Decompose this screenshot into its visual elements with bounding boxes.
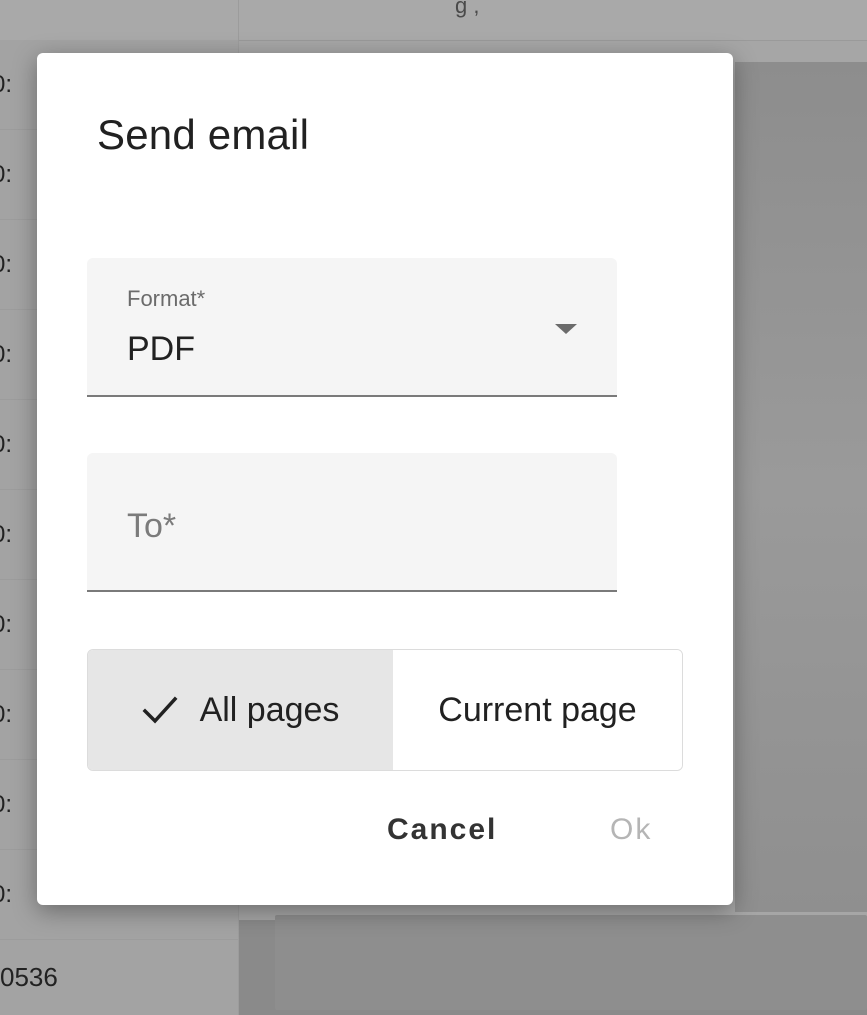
dialog-title: Send email (97, 111, 310, 158)
all-pages-toggle[interactable]: All pages (88, 650, 393, 770)
send-email-dialog: Send email Format* PDF To* All pages Cur… (37, 53, 733, 905)
all-pages-label: All pages (199, 690, 340, 729)
background-bottom-panel (275, 915, 867, 1010)
background-row-id: 0536 (0, 962, 58, 992)
current-page-toggle[interactable]: Current page (393, 650, 682, 770)
dialog-actions: Cancel Ok (37, 813, 733, 863)
cancel-button[interactable]: Cancel (387, 813, 497, 847)
background-header-text: g , (455, 0, 480, 18)
background-last-row: 0536 (0, 940, 238, 1015)
check-icon (142, 696, 178, 724)
format-label: Format* (127, 286, 206, 311)
format-select[interactable]: Format* PDF (87, 258, 617, 397)
current-page-label: Current page (438, 690, 637, 729)
background-header: g , (0, 0, 867, 41)
dropdown-arrow-icon[interactable] (555, 324, 577, 334)
to-input[interactable]: To* (87, 453, 617, 592)
background-right-panel (735, 62, 867, 912)
ok-button[interactable]: Ok (610, 813, 652, 847)
format-value: PDF (127, 330, 195, 368)
to-placeholder: To* (127, 507, 177, 545)
page-scope-toggle: All pages Current page (87, 649, 683, 771)
page: g , 0: 0: 0: 0: 0: 0: 0: 0: 0: 0: 0536 S… (0, 0, 867, 1015)
